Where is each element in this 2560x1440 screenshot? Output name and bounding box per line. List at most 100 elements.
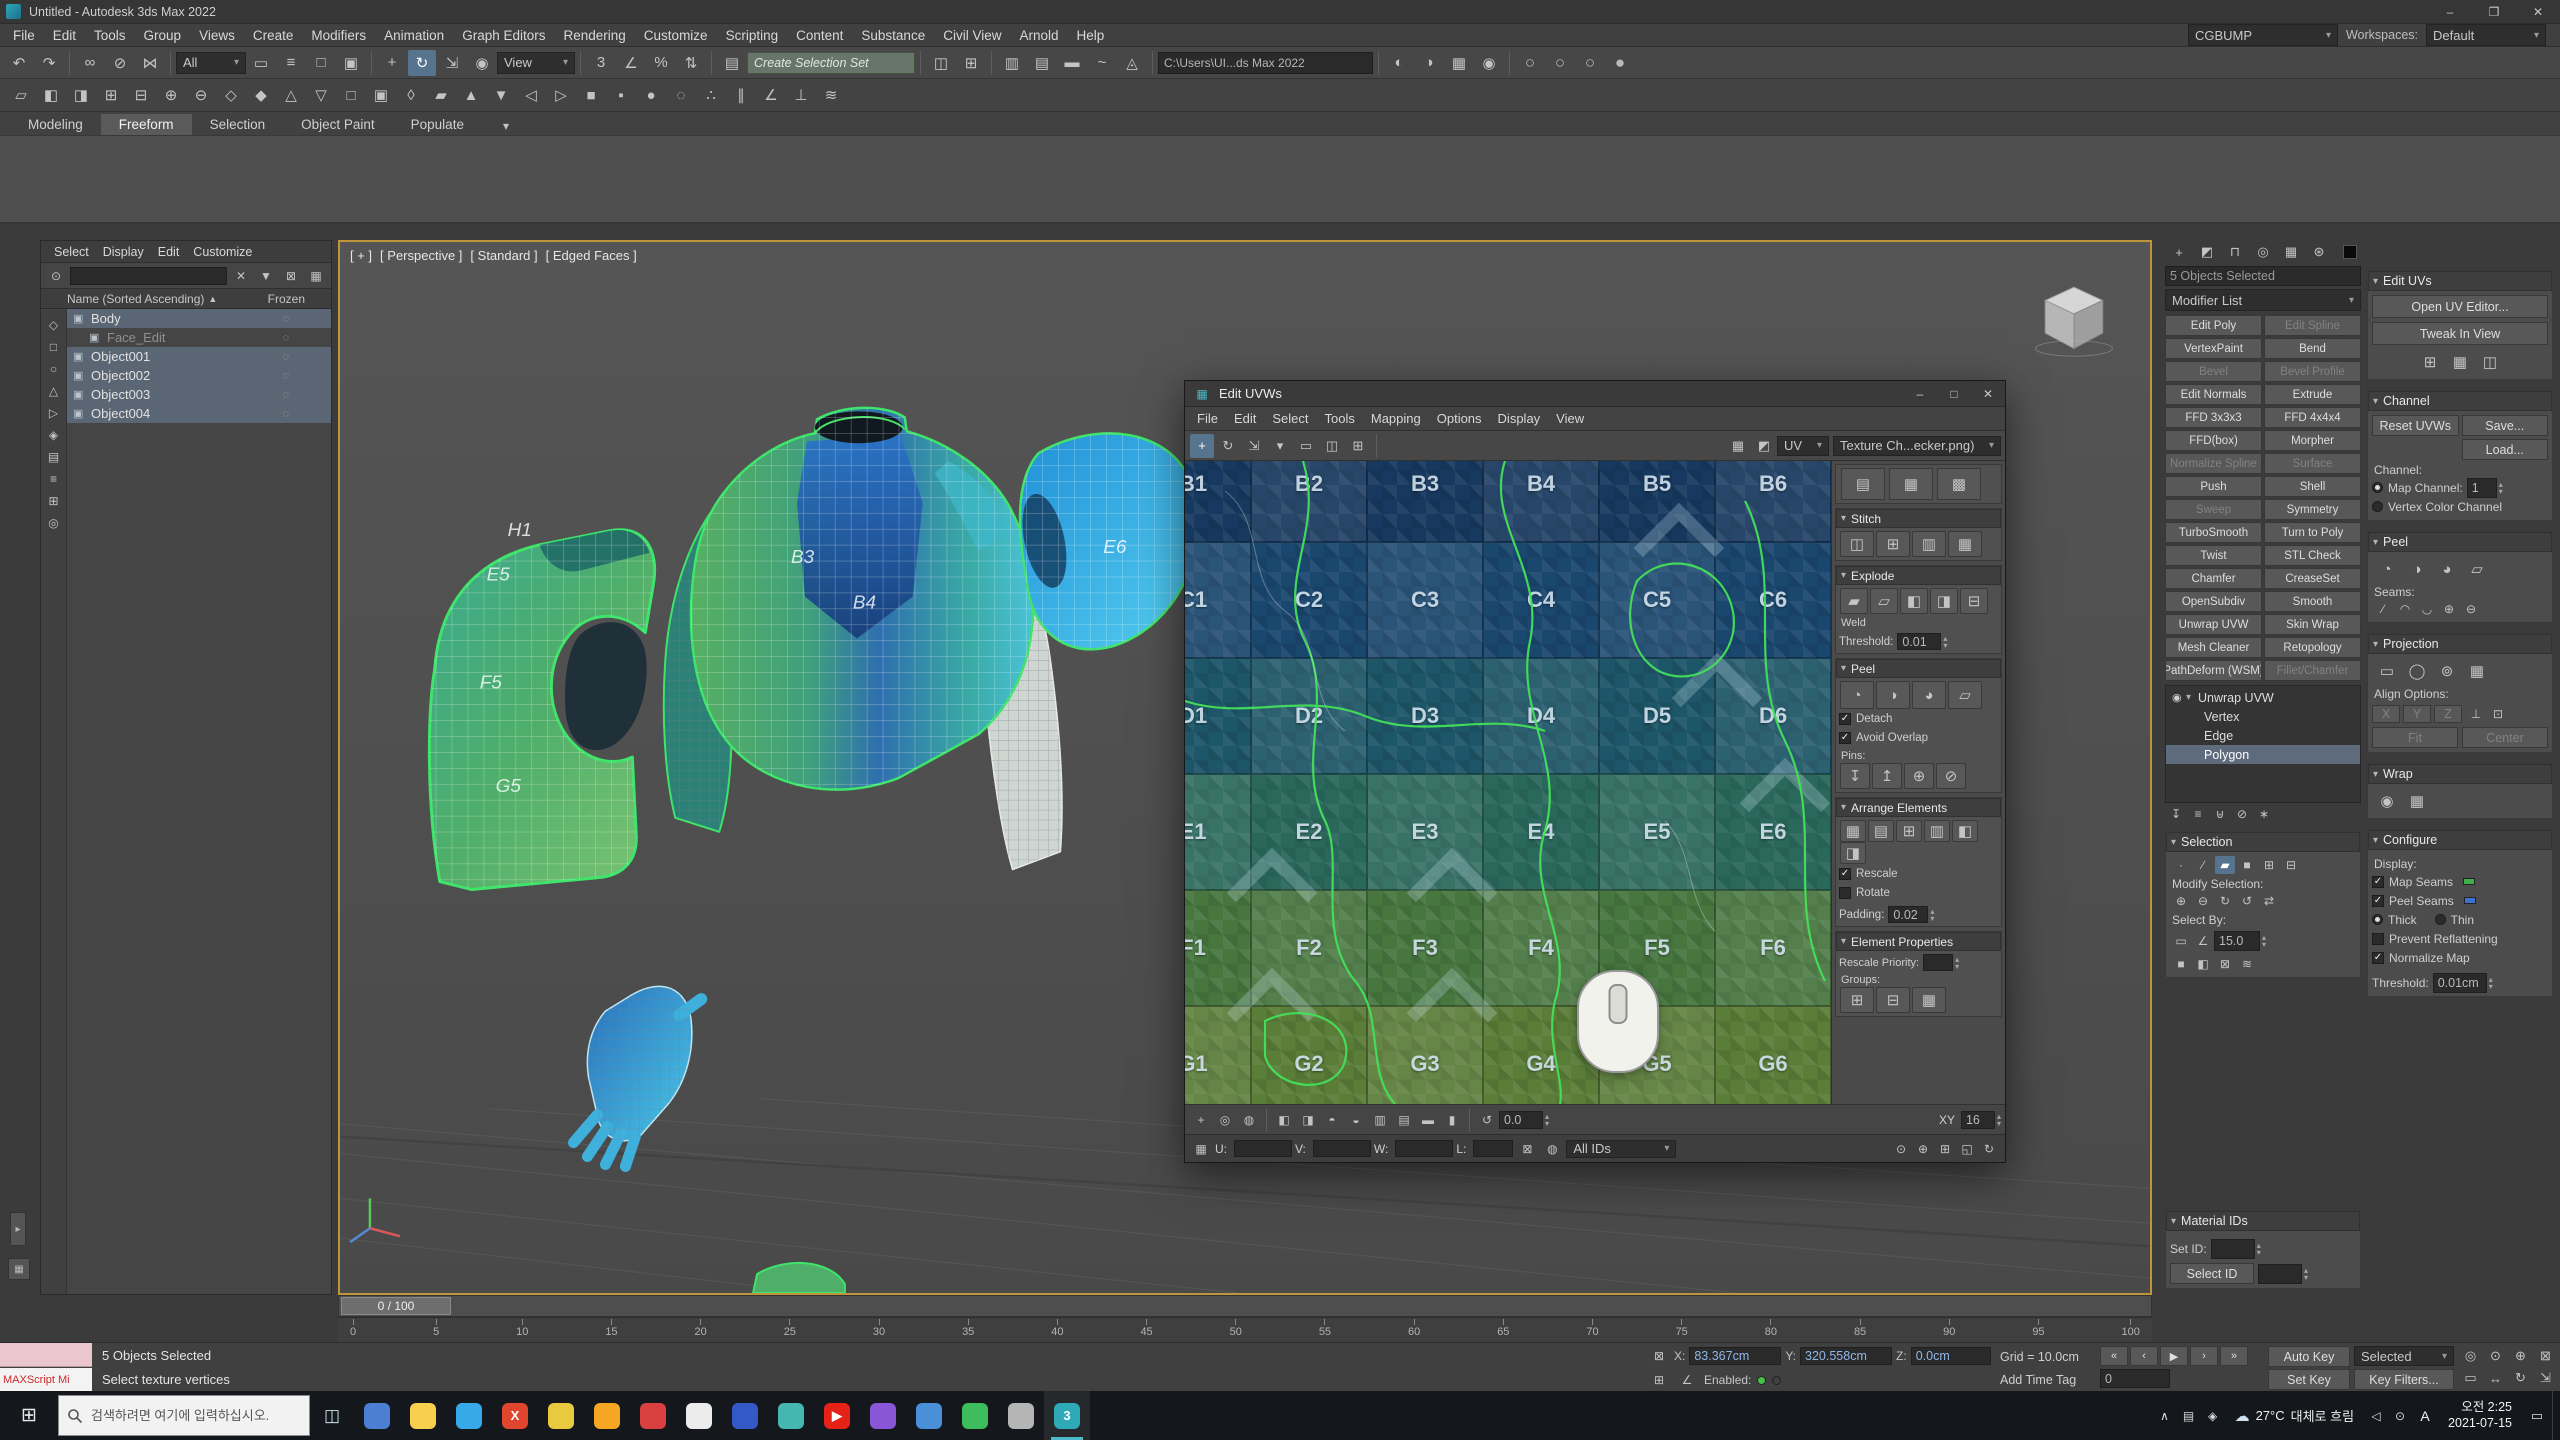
redo-icon[interactable]: ↷ [35,50,63,76]
thin-radio[interactable] [2435,914,2446,925]
pin-stack-icon[interactable]: ↧ [2166,805,2186,823]
display-tab-icon[interactable]: ▦ [2278,241,2304,263]
select-id-spinner[interactable] [2304,1267,2308,1281]
edit-seams-icon[interactable]: ∕ [2373,600,2393,618]
viewport-label-segment[interactable]: [ + ] [350,248,372,263]
explode-rollout-header[interactable]: Explode [1836,566,2001,585]
explode-face-icon[interactable]: ▱ [1870,588,1898,614]
fov-icon[interactable]: ▭ [2459,1367,2482,1389]
pack-normalize-icon[interactable]: ▤ [1841,468,1885,500]
rescale-priority-field[interactable] [1923,954,1953,971]
loop-selection-icon[interactable]: ↻ [2215,892,2235,910]
select-by-element-icon[interactable]: ■ [2171,955,2191,973]
cylindrical-map-icon[interactable]: ◯ [2403,658,2431,684]
maxscript-mini-listener[interactable]: MAXScript Mi [0,1368,92,1392]
v-field[interactable] [1313,1140,1371,1157]
key-filters-button[interactable]: Key Filters... [2354,1369,2454,1390]
grid-size-spinner[interactable] [1997,1113,2001,1127]
taskbar-search[interactable] [58,1395,310,1436]
taskbar-app-chrome-browser[interactable] [538,1391,584,1440]
rectangular-selection-icon[interactable]: □ [307,50,335,76]
viewport-label-segment[interactable]: [ Perspective ] [380,248,462,263]
uv-channel-dropdown[interactable]: UV [1777,436,1829,456]
expand-caret-icon[interactable] [2186,692,2198,703]
time-slider-handle[interactable]: 0 / 100 [341,1297,451,1315]
frozen-toggle-icon[interactable] [282,313,289,325]
best-align-icon[interactable]: ⊡ [2488,705,2508,723]
explorer-search-input[interactable] [70,267,227,285]
stitch-target-icon[interactable]: ▦ [1948,531,1982,557]
remove-modifier-icon[interactable]: ⊘ [2232,805,2252,823]
w-field[interactable] [1395,1140,1453,1157]
enabled-indicator-off[interactable] [1772,1376,1781,1385]
u-field[interactable] [1234,1140,1292,1157]
stitch-average-icon[interactable]: ⊞ [1876,531,1910,557]
taskbar-app-youtube[interactable]: ▶ [814,1391,860,1440]
modifier-button[interactable]: Turn to Poly [2264,522,2361,543]
taskbar-app-3ds-max[interactable]: 3 [1044,1391,1090,1440]
rescale-checkbox[interactable] [1839,868,1851,880]
explorer-settings-icon[interactable]: ▦ [306,267,326,285]
quick-planar-icon[interactable]: ⊞ [2416,349,2444,375]
peel-seams-color-chip[interactable] [2464,897,2476,904]
explorer-filter-icon-9[interactable]: ⊞ [44,491,64,511]
orbit-vp-icon[interactable]: ↻ [2509,1367,2532,1389]
vertex-mode-icon[interactable]: ∙ [2171,856,2191,874]
select-by-planar-icon[interactable]: ▭ [2171,932,2191,950]
modifier-button[interactable]: Edit Spline [2264,315,2361,336]
scene-object-row[interactable]: Face_Edit [67,328,331,347]
menu-item[interactable]: Arnold [1010,28,1067,43]
weather-widget[interactable]: 27°C 대체로 흐림 [2225,1406,2364,1425]
modeling-tool-icon-7[interactable]: ⊖ [187,82,215,108]
visibility-eye-icon[interactable] [2172,691,2186,704]
taskbar-app-edge-browser[interactable] [446,1391,492,1440]
percent-snap-icon[interactable]: % [647,50,675,76]
map-seams-color-chip[interactable] [2463,878,2475,885]
name-column-header[interactable]: Name (Sorted Ascending) [67,292,204,306]
pack-together-icon[interactable]: ▤ [1868,820,1894,842]
space-h-icon[interactable]: ▥ [1369,1109,1391,1131]
modeling-tool-icon-27[interactable]: ⊥ [787,82,815,108]
modifier-button[interactable]: Mesh Cleaner [2165,637,2262,658]
modeling-tool-icon-23[interactable]: ◌ [667,82,695,108]
select-id-button[interactable]: Select ID [2170,1263,2254,1284]
scale-tool-icon[interactable]: ⇲ [1242,434,1266,458]
modifier-button[interactable]: OpenSubdiv [2165,591,2262,612]
circle-indicator-icon-2[interactable]: ○ [1546,50,1574,76]
ribbon-tab[interactable]: Modeling [10,114,101,135]
menu-item[interactable]: Animation [375,28,453,43]
workspaces-dropdown[interactable]: Default [2426,24,2546,46]
maximize-icon[interactable]: ❐ [2472,0,2516,23]
frozen-toggle-icon[interactable] [282,408,289,420]
make-unique-icon[interactable]: ⊎ [2210,805,2230,823]
menu-item[interactable]: Rendering [555,28,635,43]
select-and-link-icon[interactable]: ∞ [76,50,104,76]
object-color-swatch[interactable] [2343,245,2357,259]
rotate-checkbox[interactable] [1839,887,1851,899]
modeling-tool-icon-19[interactable]: ▷ [547,82,575,108]
ribbon-tab[interactable]: Selection [192,114,284,135]
menu-item[interactable]: Modifiers [302,28,375,43]
move-tool-icon[interactable]: + [1190,434,1214,458]
align-to-view-icon[interactable]: ⊥ [2466,705,2486,723]
center-button[interactable]: Center [2462,727,2548,748]
snap-toggle-icon[interactable]: ⊞ [1346,434,1370,458]
hidden-icons-chevron[interactable]: ∧ [2153,1409,2177,1423]
freeform-gizmo-icon[interactable]: ▭ [1294,434,1318,458]
group-remove-icon[interactable]: ⊟ [1876,987,1910,1013]
select-object-icon[interactable]: ▭ [247,50,275,76]
modifier-button[interactable]: FFD 3x3x3 [2165,407,2262,428]
unpin-tool-icon[interactable]: ↥ [1872,763,1902,789]
modeling-tool-icon-5[interactable]: ⊟ [127,82,155,108]
transport-button[interactable]: ▶ [2160,1346,2188,1366]
detach-checkbox[interactable] [1839,713,1851,725]
select-by-smoothing-icon[interactable]: ⊠ [2215,955,2235,973]
modeling-tool-icon-4[interactable]: ⊞ [97,82,125,108]
curve-editor-icon[interactable]: ~ [1088,50,1116,76]
modifier-button[interactable]: Retopology [2264,637,2361,658]
shrink-selection-icon[interactable]: ⊟ [2281,856,2301,874]
grow-selection-icon[interactable]: ⊞ [2259,856,2279,874]
modeling-tool-icon-10[interactable]: △ [277,82,305,108]
create-tab-icon[interactable]: + [2166,241,2192,263]
snaps-toggle-icon[interactable]: 3 [587,50,615,76]
